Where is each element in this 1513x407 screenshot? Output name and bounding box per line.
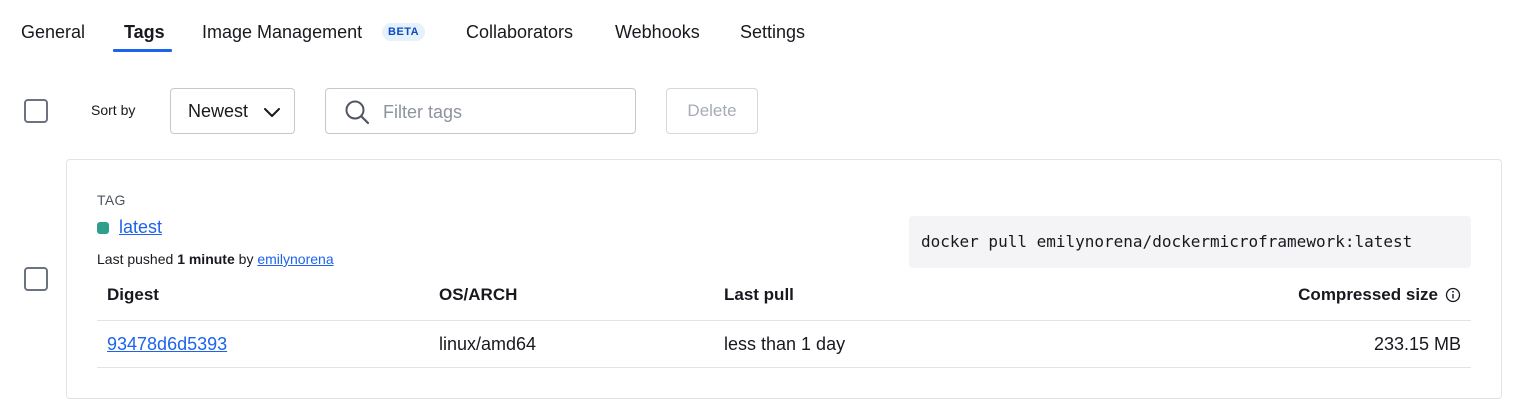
tag-status-dot (97, 222, 109, 234)
active-tab-indicator (113, 49, 172, 52)
row-divider (97, 367, 1471, 368)
pushed-time: 1 minute (177, 251, 235, 267)
last-pull-value: less than 1 day (724, 334, 846, 354)
header-divider (97, 320, 1042, 321)
tab-bar: General Tags Image Management BETA Colla… (0, 0, 1513, 56)
sort-by-label: Sort by (91, 102, 136, 118)
compressed-size-value: 233.15 MB (1373, 334, 1461, 354)
tag-heading: TAG (97, 192, 126, 208)
filter-tags-field (325, 88, 636, 134)
search-icon (345, 100, 370, 125)
digest-link[interactable]: 93478d6d5393 (107, 334, 227, 355)
chevron-down-icon (264, 108, 280, 117)
select-all-checkbox[interactable] (24, 99, 48, 123)
column-header-compressed-size: Compressed size (1298, 285, 1438, 304)
sort-select[interactable]: Newest (170, 88, 295, 134)
last-pushed-info: Last pushed 1 minute by emilynorena (97, 251, 334, 267)
delete-button[interactable]: Delete (666, 88, 758, 134)
header-divider-right (1042, 320, 1471, 321)
filter-tags-input[interactable] (383, 99, 623, 125)
tab-general[interactable]: General (21, 20, 85, 44)
tag-card (66, 159, 1502, 399)
pushed-prefix: Last pushed (97, 251, 174, 267)
tab-settings[interactable]: Settings (740, 20, 805, 44)
tab-image-management[interactable]: Image Management (202, 20, 362, 44)
tag-name-link[interactable]: latest (119, 217, 162, 238)
tab-webhooks[interactable]: Webhooks (615, 20, 700, 44)
beta-badge: BETA (382, 23, 426, 41)
tag-row-checkbox[interactable] (24, 267, 48, 291)
tab-collaborators[interactable]: Collaborators (466, 20, 573, 44)
pushed-user-link[interactable]: emilynorena (257, 251, 333, 267)
tab-tags[interactable]: Tags (124, 20, 165, 44)
column-header-digest: Digest (107, 285, 159, 304)
pull-command[interactable]: docker pull emilynorena/dockermicroframe… (909, 216, 1471, 268)
sort-select-value: Newest (188, 101, 249, 121)
pushed-by: by (238, 251, 254, 267)
os-arch-value: linux/amd64 (439, 334, 537, 354)
column-header-last-pull: Last pull (724, 285, 794, 304)
info-icon[interactable] (1445, 287, 1461, 303)
column-header-os-arch: OS/ARCH (439, 285, 518, 304)
